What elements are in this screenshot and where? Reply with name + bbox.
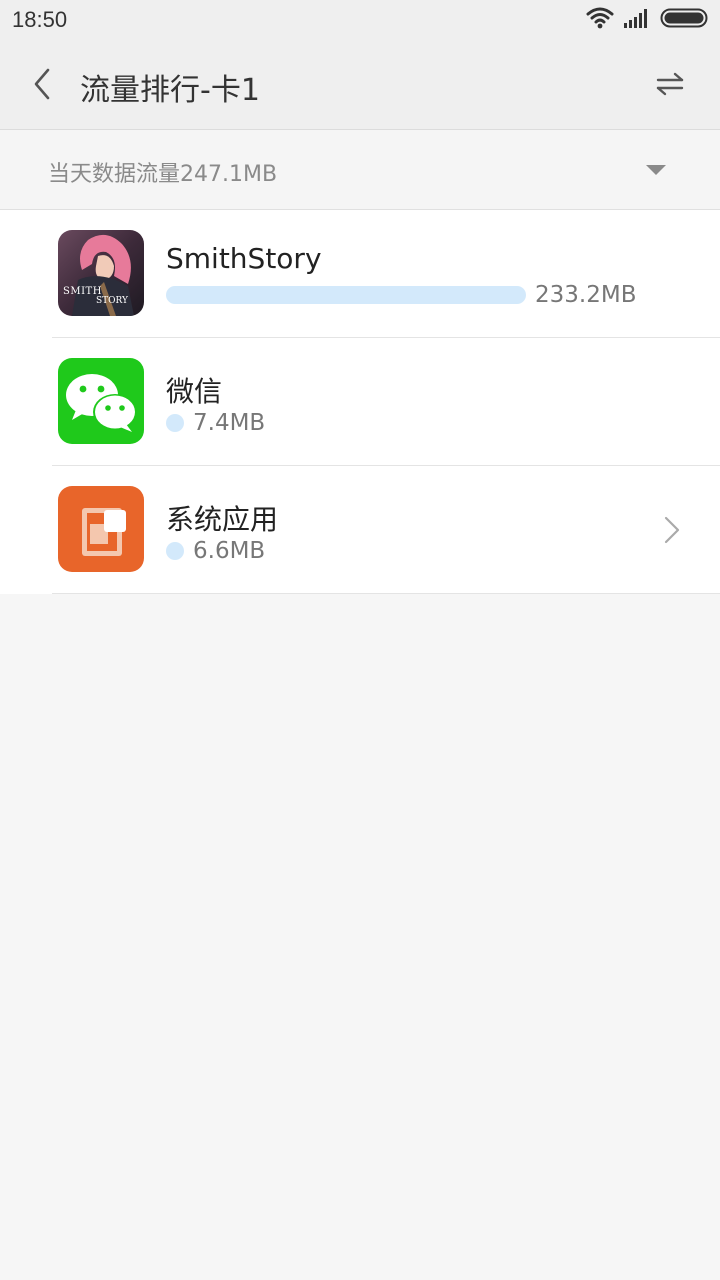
wechat-app-icon — [58, 358, 144, 444]
smithstory-app-icon: SMITH STORY — [58, 230, 144, 316]
usage-value: 6.6MB — [193, 538, 266, 564]
screen: 18:50 流量排行-卡1 当天数据流量247.1MB SMITH STORY … — [0, 0, 720, 1280]
daily-usage-summary[interactable]: 当天数据流量247.1MB — [0, 130, 720, 210]
switch-sim-button[interactable] — [648, 64, 692, 108]
app-name: 系统应用 — [166, 503, 279, 536]
swap-arrows-icon — [655, 72, 685, 100]
header: 流量排行-卡1 — [0, 42, 720, 130]
divider — [52, 593, 720, 594]
usage-value: 7.4MB — [193, 410, 266, 436]
usage-fill — [166, 542, 184, 560]
daily-usage-text: 当天数据流量247.1MB — [48, 162, 278, 187]
chevron-left-icon — [31, 67, 53, 105]
system-app-icon — [58, 486, 144, 572]
list-item[interactable]: SMITH STORY SmithStory 233.2MB — [0, 210, 720, 338]
usage-value: 233.2MB — [535, 282, 637, 308]
page-title: 流量排行-卡1 — [80, 73, 260, 108]
usage-bar: 6.6MB — [166, 538, 265, 564]
app-name: 微信 — [166, 375, 223, 408]
wifi-icon — [586, 7, 614, 33]
usage-track — [166, 286, 526, 304]
back-button[interactable] — [20, 64, 64, 108]
status-icons — [586, 7, 710, 33]
status-bar: 18:50 — [0, 0, 720, 42]
signal-icon — [624, 8, 650, 32]
usage-fill — [166, 414, 184, 432]
triangle-down-icon[interactable] — [642, 160, 670, 180]
app-usage-list: SMITH STORY SmithStory 233.2MB 微信 7.4MB … — [0, 210, 720, 594]
battery-icon — [660, 7, 710, 33]
usage-bar: 233.2MB — [166, 282, 636, 308]
usage-bar: 7.4MB — [166, 410, 265, 436]
chevron-right-icon — [660, 512, 684, 548]
smithstory-logo-text-2: STORY — [96, 296, 128, 306]
list-item[interactable]: 微信 7.4MB — [0, 338, 720, 466]
status-time: 18:50 — [12, 7, 68, 32]
list-item[interactable]: 系统应用 6.6MB — [0, 466, 720, 594]
app-name: SmithStory — [166, 242, 322, 275]
usage-fill — [166, 286, 526, 304]
